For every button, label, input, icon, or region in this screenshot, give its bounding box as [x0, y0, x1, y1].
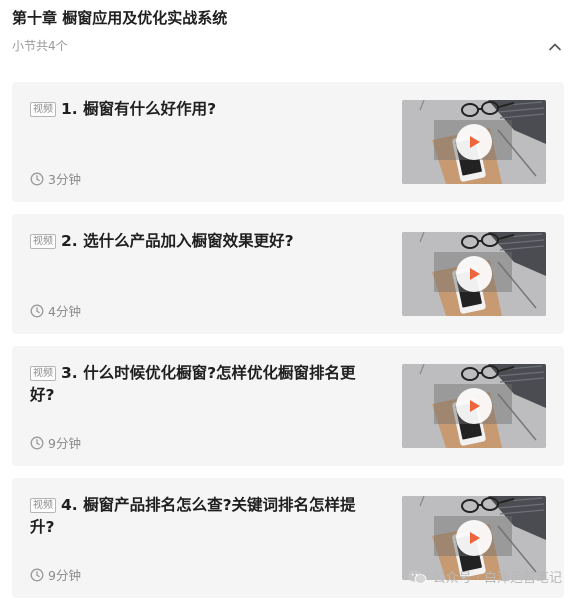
play-icon	[470, 268, 480, 280]
play-button[interactable]	[456, 124, 492, 160]
lesson-title-text: 2. 选什么产品加入橱窗效果更好?	[61, 232, 294, 250]
watermark-text: 公众号 · 白泽运营笔记	[432, 571, 562, 586]
clock-icon	[30, 568, 44, 581]
play-icon	[470, 136, 480, 148]
video-tag: 视频	[30, 498, 56, 513]
duration-text: 4分钟	[48, 304, 81, 319]
play-icon	[470, 400, 480, 412]
duration-text: 9分钟	[48, 568, 81, 583]
lesson-duration: 3分钟	[30, 169, 81, 188]
section-count: 小节共4个	[12, 39, 68, 53]
video-tag: 视频	[30, 234, 56, 249]
duration-text: 3分钟	[48, 172, 81, 187]
play-button[interactable]	[456, 388, 492, 424]
lesson-title: 视频 1. 橱窗有什么好作用?	[30, 98, 380, 120]
lesson-title: 视频 3. 什么时候优化橱窗?怎样优化橱窗排名更好?	[30, 362, 380, 406]
clock-icon	[30, 304, 44, 317]
wechat-icon	[407, 569, 426, 584]
video-thumbnail[interactable]	[402, 232, 546, 316]
chapter-header[interactable]: 第十章 橱窗应用及优化实战系统 小节共4个	[0, 0, 576, 66]
play-icon	[470, 532, 480, 544]
video-thumbnail[interactable]	[402, 100, 546, 184]
lesson-duration: 9分钟	[30, 565, 81, 584]
video-tag: 视频	[30, 102, 56, 117]
chapter-title: 第十章 橱窗应用及优化实战系统	[12, 9, 228, 27]
chevron-up-icon[interactable]	[548, 40, 562, 54]
video-thumbnail[interactable]	[402, 364, 546, 448]
video-tag: 视频	[30, 366, 56, 381]
play-button[interactable]	[456, 256, 492, 292]
lesson-list: 视频 1. 橱窗有什么好作用? 3分钟 视频 2. 选什么产品加入橱窗效果更好?…	[0, 82, 576, 598]
clock-icon	[30, 436, 44, 449]
lesson-card[interactable]: 视频 2. 选什么产品加入橱窗效果更好? 4分钟	[12, 214, 564, 334]
lesson-title-text: 4. 橱窗产品排名怎么查?关键词排名怎样提升?	[30, 496, 356, 536]
lesson-title-text: 3. 什么时候优化橱窗?怎样优化橱窗排名更好?	[30, 364, 356, 404]
lesson-title: 视频 2. 选什么产品加入橱窗效果更好?	[30, 230, 380, 252]
play-button[interactable]	[456, 520, 492, 556]
lesson-card[interactable]: 视频 1. 橱窗有什么好作用? 3分钟	[12, 82, 564, 202]
lesson-duration: 9分钟	[30, 433, 81, 452]
duration-text: 9分钟	[48, 436, 81, 451]
lesson-title-text: 1. 橱窗有什么好作用?	[61, 100, 217, 118]
lesson-duration: 4分钟	[30, 301, 81, 320]
lesson-title: 视频 4. 橱窗产品排名怎么查?关键词排名怎样提升?	[30, 494, 380, 538]
lesson-card[interactable]: 视频 3. 什么时候优化橱窗?怎样优化橱窗排名更好? 9分钟	[12, 346, 564, 466]
clock-icon	[30, 172, 44, 185]
watermark: 公众号 · 白泽运营笔记	[407, 567, 562, 586]
